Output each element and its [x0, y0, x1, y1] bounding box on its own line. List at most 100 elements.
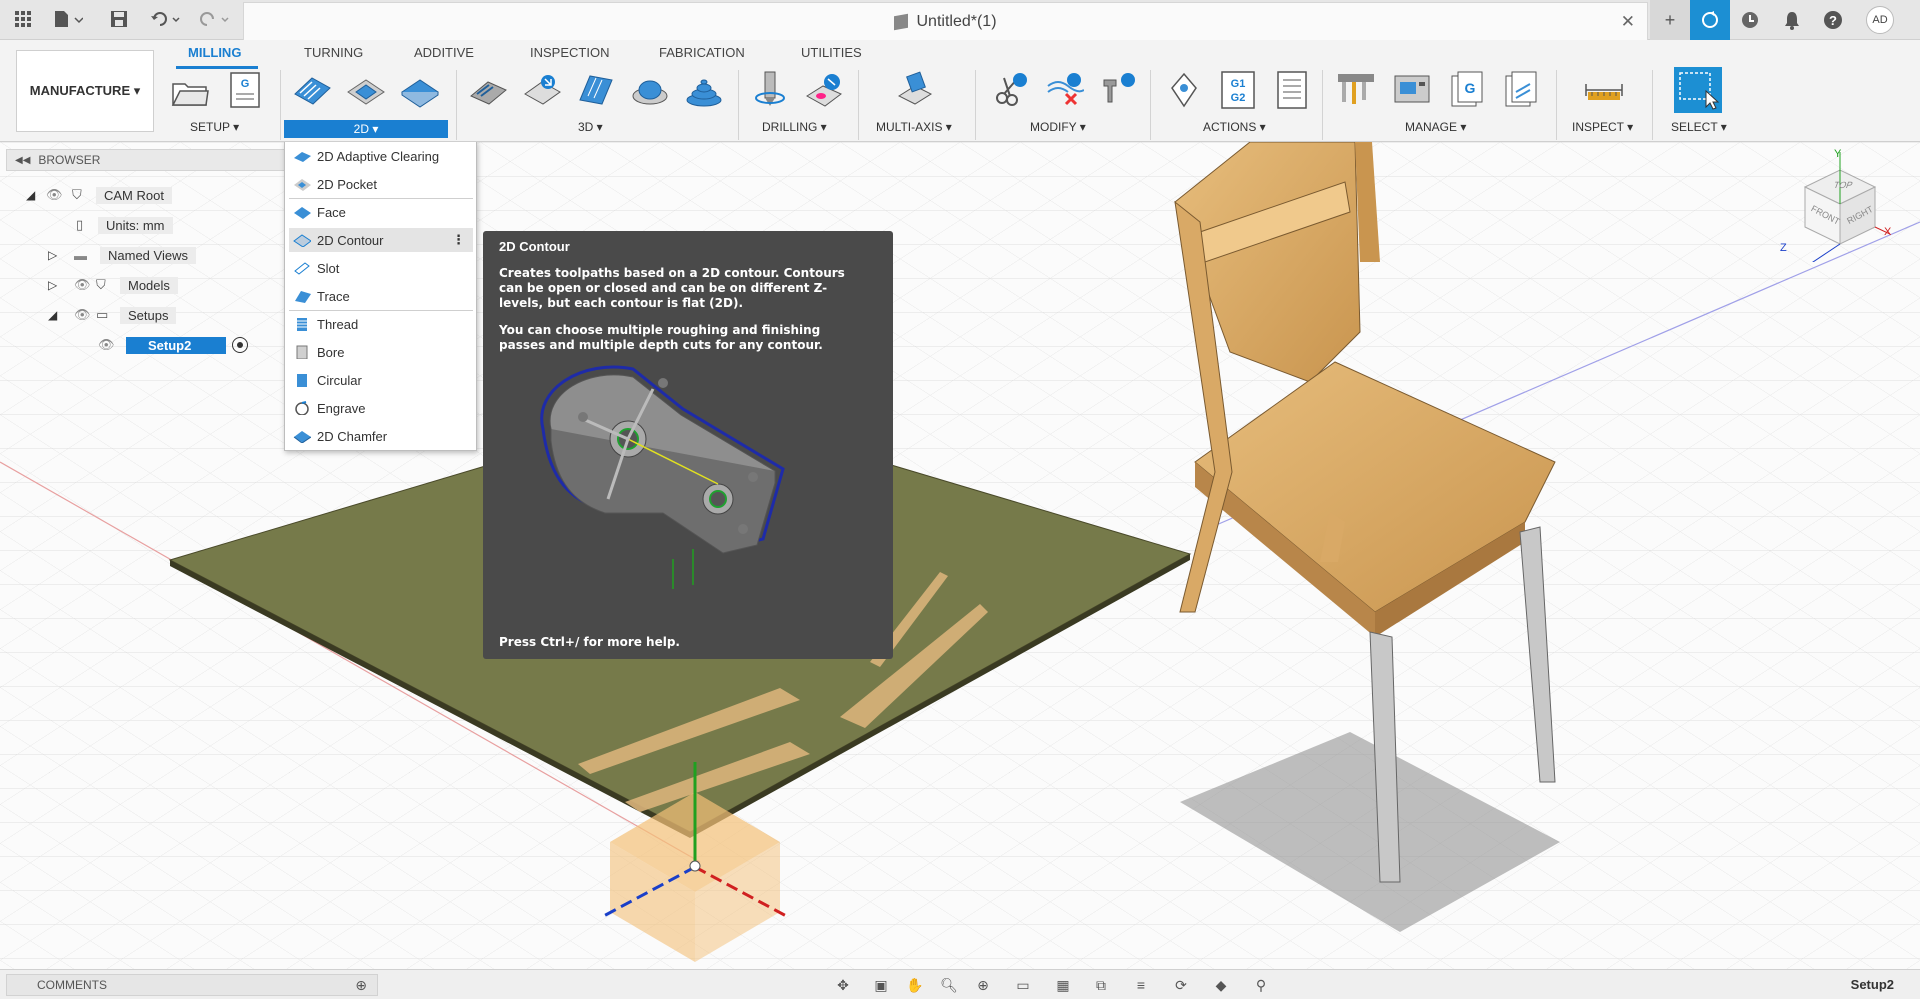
3d-viewport[interactable]: TOP FRONT RIGHT X Y Z ◀◀ BROWSER ◢ 👁 ⛉ C…: [0, 142, 1920, 969]
multi-axis-group-label[interactable]: MULTI-AXIS ▾: [876, 120, 952, 134]
menu-item-bore[interactable]: Bore: [289, 340, 473, 364]
notifications-bell-icon[interactable]: [1772, 0, 1812, 40]
menu-item-slot[interactable]: Slot: [289, 256, 473, 280]
undo-icon[interactable]: [146, 6, 186, 32]
2d-group-label[interactable]: 2D ▾: [284, 120, 448, 138]
activate-radio-icon[interactable]: [232, 337, 248, 353]
drilling-group-label[interactable]: DRILLING ▾: [762, 120, 827, 134]
setup-sheet-icon[interactable]: [1272, 70, 1312, 110]
collapse-panel-icon[interactable]: ◀◀: [15, 155, 30, 166]
save-icon[interactable]: [106, 6, 132, 32]
collapse-triangle-icon[interactable]: ◢: [26, 188, 46, 202]
measure-icon[interactable]: [1584, 70, 1624, 110]
2d-adaptive-icon[interactable]: [292, 70, 332, 110]
multi-axis-icon[interactable]: [895, 70, 935, 110]
tab-additive[interactable]: ADDITIVE: [414, 45, 474, 60]
post-library-icon[interactable]: G: [1448, 70, 1488, 110]
tree-item-models[interactable]: ▷ 👁 ⛉ Models: [48, 274, 178, 296]
visibility-eye-icon[interactable]: 👁: [74, 307, 96, 323]
add-comment-icon[interactable]: ⊕: [355, 977, 367, 994]
simulate-icon[interactable]: [1164, 70, 1204, 110]
tab-milling[interactable]: MILLING: [188, 45, 241, 60]
visibility-eye-icon[interactable]: 👁: [46, 187, 72, 203]
menu-item-circular[interactable]: Circular: [289, 368, 473, 392]
steep-shallow-icon[interactable]: [576, 70, 616, 110]
grid-settings-icon[interactable]: ▦: [1052, 975, 1074, 995]
redo-icon[interactable]: [195, 6, 235, 32]
menu-item-trace[interactable]: Trace: [289, 284, 473, 308]
expand-triangle-icon[interactable]: ▷: [48, 248, 74, 262]
select-tool-icon[interactable]: [1674, 67, 1722, 113]
tree-item-named-views[interactable]: ▷ ▬ Named Views: [48, 244, 196, 266]
tree-item-cam-root[interactable]: ◢ 👁 ⛉ CAM Root: [26, 184, 172, 206]
delete-toolpath-icon[interactable]: [1044, 70, 1085, 110]
hole-recognition-icon[interactable]: [804, 70, 844, 110]
2d-pocket-icon[interactable]: [346, 70, 386, 110]
scallop-icon[interactable]: [684, 70, 724, 110]
refresh-view-icon[interactable]: ⟳: [1170, 975, 1192, 995]
drill-icon[interactable]: [750, 70, 790, 110]
modify-group-label[interactable]: MODIFY ▾: [1030, 120, 1086, 134]
menu-item-2d-pocket[interactable]: 2D Pocket: [289, 172, 473, 196]
template-library-icon[interactable]: [1502, 70, 1542, 110]
actions-group-label[interactable]: ACTIONS ▾: [1203, 120, 1266, 134]
help-icon[interactable]: ?: [1813, 0, 1853, 40]
display-settings-icon[interactable]: ▭: [1012, 975, 1034, 995]
orbit-icon[interactable]: ✥: [832, 975, 854, 995]
visual-style-icon[interactable]: ◆: [1210, 975, 1232, 995]
tool-library-icon[interactable]: [1336, 70, 1376, 110]
file-menu-icon[interactable]: [48, 6, 88, 32]
post-process-g1g2-icon[interactable]: G1 G2: [1218, 70, 1258, 110]
3d-group-label[interactable]: 3D ▾: [578, 120, 603, 134]
viewcube-top-label[interactable]: TOP: [1832, 180, 1854, 190]
user-avatar[interactable]: AD: [1866, 6, 1894, 34]
view-cube[interactable]: TOP FRONT RIGHT X Y Z: [1780, 148, 1891, 265]
setup-folder-icon[interactable]: [170, 70, 210, 110]
data-panel-button[interactable]: [1690, 0, 1730, 40]
tab-turning[interactable]: TURNING: [304, 45, 363, 60]
visibility-eye-icon[interactable]: 👁: [98, 337, 126, 353]
tree-item-units[interactable]: ▯ Units: mm: [76, 214, 173, 236]
look-at-icon[interactable]: ▣: [870, 975, 892, 995]
tool-library-edit-icon[interactable]: [1098, 70, 1138, 110]
viewports-icon[interactable]: ⧉: [1090, 975, 1112, 995]
menu-item-thread[interactable]: Thread: [289, 312, 473, 336]
menu-item-2d-contour[interactable]: 2D Contour ⋮: [289, 228, 473, 252]
browser-panel-header[interactable]: ◀◀ BROWSER: [6, 149, 306, 171]
machine-library-icon[interactable]: [1392, 70, 1432, 110]
job-status-icon[interactable]: [1730, 0, 1770, 40]
visibility-eye-icon[interactable]: 👁: [74, 277, 96, 293]
pan-hand-icon[interactable]: ✋: [904, 975, 926, 995]
menu-item-2d-adaptive-clearing[interactable]: 2D Adaptive Clearing: [289, 144, 473, 168]
comments-panel[interactable]: COMMENTS ⊕: [6, 974, 378, 996]
zoom-window-icon[interactable]: ⊕: [972, 975, 994, 995]
menu-item-face[interactable]: Face: [289, 200, 473, 224]
menu-item-engrave[interactable]: Engrave: [289, 396, 473, 420]
manage-group-label[interactable]: MANAGE ▾: [1405, 120, 1466, 134]
trim-toolpath-icon[interactable]: [990, 70, 1030, 110]
tree-item-setup2[interactable]: 👁 Setup2: [98, 334, 248, 356]
tree-item-setups[interactable]: ◢ 👁 ▭ Setups: [48, 304, 177, 326]
layers-icon[interactable]: ≡: [1130, 975, 1152, 995]
tab-inspection[interactable]: INSPECTION: [530, 45, 609, 60]
inspect-group-label[interactable]: INSPECT ▾: [1572, 120, 1633, 134]
tab-utilities[interactable]: UTILITIES: [801, 45, 862, 60]
collapse-triangle-icon[interactable]: ◢: [48, 308, 74, 322]
setup-group-label[interactable]: SETUP ▾: [190, 120, 239, 134]
select-group-label[interactable]: SELECT ▾: [1671, 120, 1727, 134]
menu-item-2d-chamfer[interactable]: 2D Chamfer: [289, 424, 473, 448]
face-icon[interactable]: [400, 70, 440, 110]
new-tab-button[interactable]: +: [1650, 0, 1690, 40]
document-tab[interactable]: Untitled*(1) ✕: [243, 2, 1648, 40]
more-options-icon[interactable]: ⋮: [452, 232, 465, 248]
tool-display-icon[interactable]: ⚲: [1250, 975, 1272, 995]
app-grid-icon[interactable]: [10, 6, 36, 32]
pocket-clearing-icon[interactable]: [522, 70, 562, 110]
contour-3d-icon[interactable]: [630, 70, 670, 110]
expand-triangle-icon[interactable]: ▷: [48, 278, 74, 292]
nc-program-icon[interactable]: G: [226, 70, 266, 110]
tab-fabrication[interactable]: FABRICATION: [659, 45, 745, 60]
zoom-icon[interactable]: 🔍︎: [938, 975, 960, 995]
close-tab-icon[interactable]: ✕: [1621, 12, 1635, 32]
workspace-switcher-button[interactable]: MANUFACTURE ▾: [16, 50, 154, 132]
